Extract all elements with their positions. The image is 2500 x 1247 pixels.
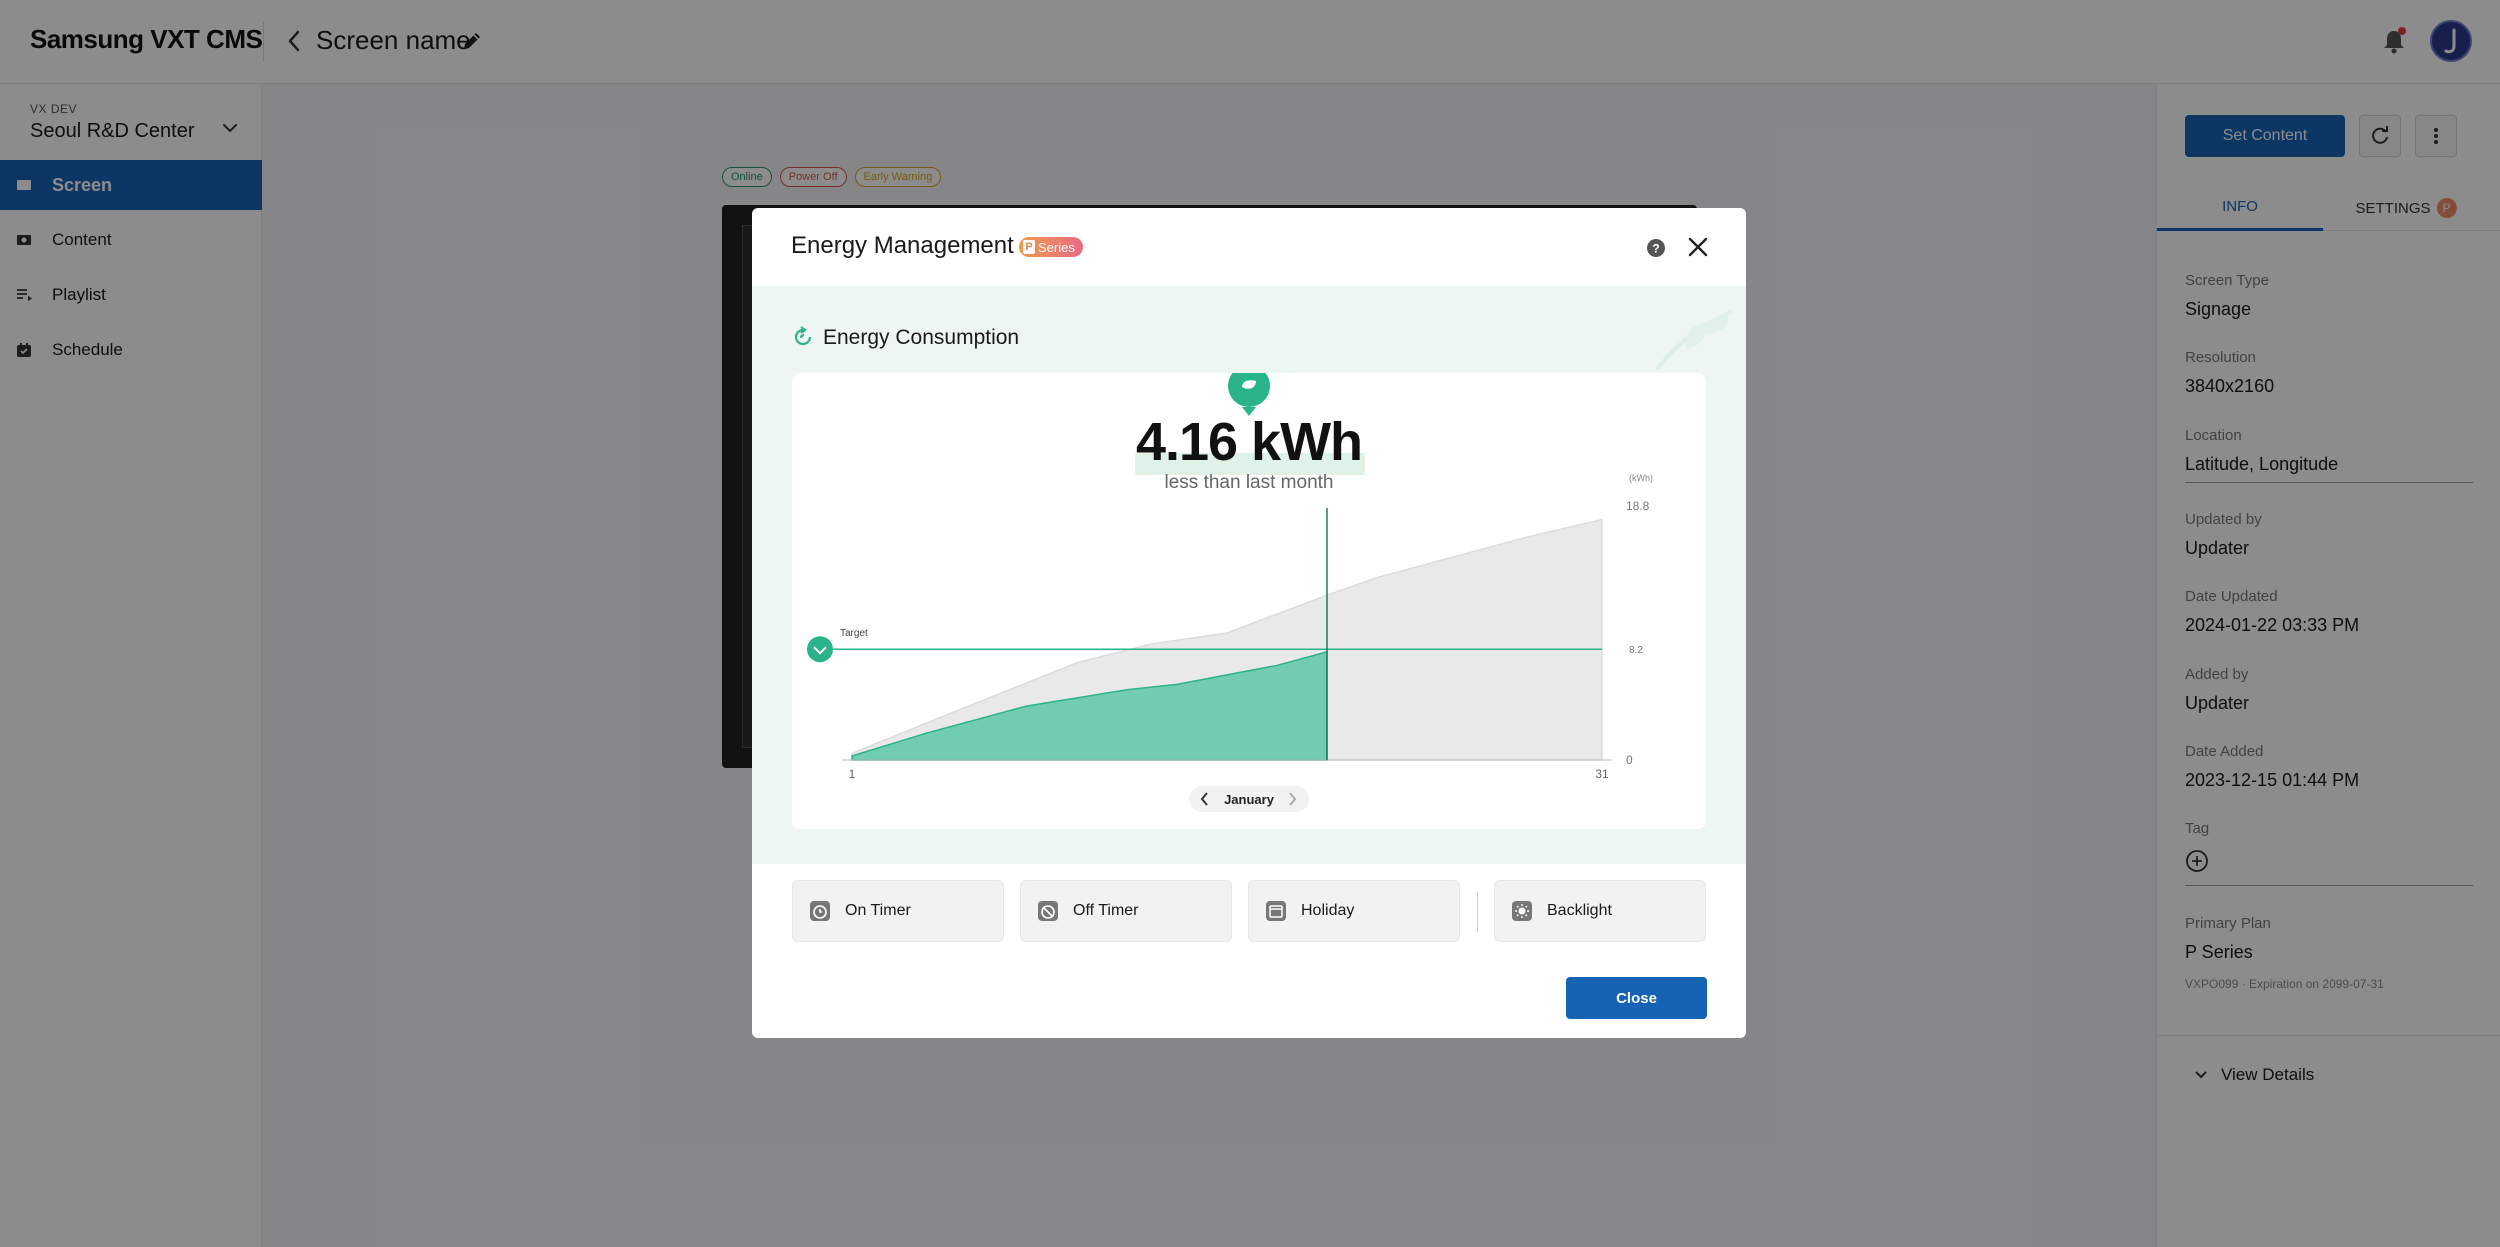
off-timer-icon bbox=[1038, 901, 1058, 921]
backlight-button[interactable]: Backlight bbox=[1494, 880, 1706, 942]
on-timer-icon bbox=[810, 901, 830, 921]
on-timer-button[interactable]: On Timer bbox=[792, 880, 1004, 942]
energy-chart-card: 4.16 kWh less than last month Target (kWh… bbox=[792, 373, 1706, 829]
modal-header: Energy Management P Series ? bbox=[752, 208, 1746, 286]
target-label: Target bbox=[840, 628, 868, 639]
series-badge: P Series bbox=[1019, 237, 1083, 257]
divider bbox=[1477, 892, 1478, 932]
modal-title: Energy Management bbox=[791, 232, 1014, 259]
energy-area-chart: Target (kWh) 0 8.2 18.8 1 31 January bbox=[807, 373, 1653, 812]
backlight-label: Backlight bbox=[1547, 902, 1612, 919]
month-label: January bbox=[1224, 792, 1275, 807]
on-timer-label: On Timer bbox=[845, 902, 911, 919]
target-marker-icon bbox=[807, 636, 833, 663]
off-timer-label: Off Timer bbox=[1073, 902, 1139, 919]
off-timer-button[interactable]: Off Timer bbox=[1020, 880, 1232, 942]
energy-consumption-section: Energy Consumption 4.16 kWh less than la… bbox=[752, 286, 1746, 864]
holiday-button[interactable]: Holiday bbox=[1248, 880, 1460, 942]
section-title: Energy Consumption bbox=[823, 326, 1020, 349]
leaf-decoration-icon bbox=[1655, 310, 1733, 371]
y-axis-tick: 8.2 bbox=[1629, 645, 1643, 656]
x-axis-tick: 31 bbox=[1595, 767, 1609, 781]
backlight-sun-icon bbox=[1512, 901, 1532, 921]
energy-management-modal: Energy Management P Series ? Energy Cons… bbox=[752, 208, 1746, 1038]
holiday-label: Holiday bbox=[1301, 902, 1355, 919]
series-text: Series bbox=[1038, 239, 1075, 255]
energy-cycle-icon bbox=[794, 326, 812, 346]
leaf-pin-icon bbox=[1228, 373, 1270, 416]
close-button[interactable]: Close bbox=[1566, 977, 1707, 1019]
y-axis-tick: 18.8 bbox=[1626, 499, 1650, 513]
close-icon[interactable] bbox=[1685, 234, 1711, 260]
help-icon[interactable]: ? bbox=[1646, 238, 1666, 258]
series-letter: P bbox=[1023, 240, 1035, 254]
x-axis-tick: 1 bbox=[849, 767, 856, 781]
holiday-calendar-icon bbox=[1266, 901, 1286, 921]
y-axis-unit: (kWh) bbox=[1629, 473, 1653, 483]
svg-text:?: ? bbox=[1652, 242, 1659, 256]
month-navigator: January bbox=[1189, 786, 1309, 812]
y-axis-tick: 0 bbox=[1626, 753, 1633, 767]
